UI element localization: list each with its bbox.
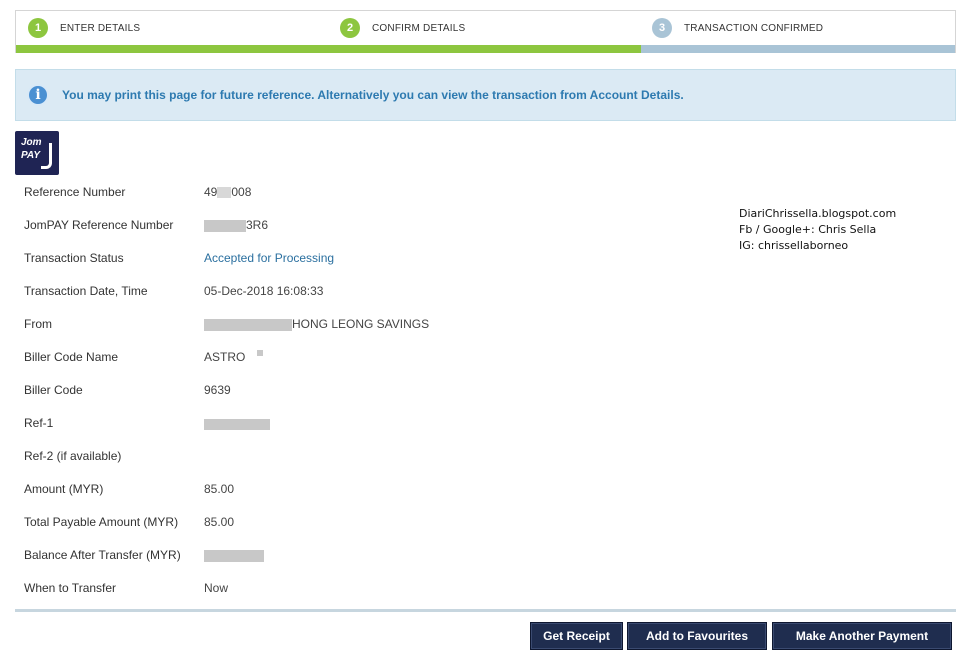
value-balance-after — [204, 548, 264, 562]
label-ref1: Ref-1 — [24, 416, 54, 430]
info-message: You may print this page for future refer… — [62, 88, 684, 102]
jompay-reference-suffix: 3R6 — [246, 218, 269, 232]
info-banner: i You may print this page for future ref… — [15, 69, 956, 121]
redacted-block — [204, 418, 270, 430]
label-ref2: Ref-2 (if available) — [24, 449, 122, 463]
step-3-label: TRANSACTION CONFIRMED — [684, 22, 824, 34]
row-total-payable: Total Payable Amount (MYR) 85.00 — [24, 515, 624, 535]
redacted-block — [217, 187, 232, 199]
step-confirm-details: 2 CONFIRM DETAILS — [340, 18, 465, 38]
footer-divider — [15, 609, 956, 612]
label-jompay-reference: JomPAY Reference Number — [24, 218, 174, 232]
reference-number-prefix: 49 — [204, 185, 218, 199]
step-enter-details: 1 ENTER DETAILS — [28, 18, 140, 38]
row-jompay-reference: JomPAY Reference Number 3R6 — [24, 218, 624, 238]
value-transaction-status: Accepted for Processing — [204, 251, 335, 265]
value-reference-number: 49 008 — [204, 185, 251, 199]
value-amount: 85.00 — [204, 482, 235, 496]
label-transaction-status: Transaction Status — [24, 251, 124, 265]
step-1-number: 1 — [28, 18, 48, 38]
row-balance-after: Balance After Transfer (MYR) — [24, 548, 624, 568]
watermark-line-3: IG: chrissellaborneo — [739, 239, 849, 252]
add-to-favourites-button[interactable]: Add to Favourites — [627, 622, 767, 650]
label-amount: Amount (MYR) — [24, 482, 104, 496]
row-from: From HONG LEONG SAVINGS — [24, 317, 624, 337]
label-total-payable: Total Payable Amount (MYR) — [24, 515, 179, 529]
value-total-payable: 85.00 — [204, 515, 235, 529]
row-amount: Amount (MYR) 85.00 — [24, 482, 624, 502]
redacted-block — [204, 318, 292, 331]
progress-bar-remaining — [641, 45, 955, 53]
get-receipt-button[interactable]: Get Receipt — [530, 622, 623, 650]
value-from: HONG LEONG SAVINGS — [204, 317, 429, 331]
watermark-line-2: Fb / Google+: Chris Sella — [739, 223, 877, 236]
value-biller-code: 9639 — [204, 383, 231, 397]
value-transaction-datetime: 05-Dec-2018 16:08:33 — [204, 284, 324, 298]
value-jompay-reference: 3R6 — [204, 218, 268, 232]
jompay-logo: Jom PAY — [15, 131, 59, 175]
biller-code-name-text: ASTRO — [204, 350, 246, 364]
info-icon: i — [27, 84, 49, 106]
row-ref1: Ref-1 — [24, 416, 624, 436]
label-transaction-datetime: Transaction Date, Time — [24, 284, 148, 298]
label-biller-code: Biller Code — [24, 383, 83, 397]
from-account-name: HONG LEONG SAVINGS — [292, 317, 430, 331]
step-1-label: ENTER DETAILS — [60, 22, 141, 34]
row-reference-number: Reference Number 49 008 — [24, 185, 624, 205]
redacted-block — [204, 549, 264, 562]
row-transaction-datetime: Transaction Date, Time 05-Dec-2018 16:08… — [24, 284, 624, 304]
row-when-to-transfer: When to Transfer Now — [24, 581, 624, 601]
step-3-number: 3 — [652, 18, 672, 38]
logo-j-mark — [41, 143, 52, 169]
value-ref1 — [204, 416, 270, 430]
progress-stepper: 1 ENTER DETAILS 2 CONFIRM DETAILS 3 TRAN… — [15, 10, 956, 53]
watermark-line-1: DiariChrissella.blogspot.com — [739, 207, 897, 220]
redacted-block — [204, 219, 246, 232]
row-biller-code: Biller Code 9639 — [24, 383, 624, 403]
reference-number-suffix: 008 — [231, 185, 252, 199]
row-ref2: Ref-2 (if available) — [24, 449, 624, 469]
label-from: From — [24, 317, 52, 331]
logo-text-pay: PAY — [21, 150, 41, 161]
blog-watermark: DiariChrissella.blogspot.com Fb / Google… — [739, 206, 896, 254]
step-transaction-confirmed: 3 TRANSACTION CONFIRMED — [652, 18, 823, 38]
label-balance-after: Balance After Transfer (MYR) — [24, 548, 181, 562]
label-reference-number: Reference Number — [24, 185, 126, 199]
value-biller-code-name: ASTRO — [204, 350, 263, 364]
progress-bar-complete — [16, 45, 641, 53]
row-biller-code-name: Biller Code Name ASTRO — [24, 350, 624, 370]
make-another-payment-button[interactable]: Make Another Payment — [772, 622, 952, 650]
step-2-number: 2 — [340, 18, 360, 38]
redacted-block — [256, 350, 263, 356]
label-when-to-transfer: When to Transfer — [24, 581, 117, 595]
row-transaction-status: Transaction Status Accepted for Processi… — [24, 251, 624, 271]
label-biller-code-name: Biller Code Name — [24, 350, 119, 364]
value-when-to-transfer: Now — [204, 581, 229, 595]
logo-text-jom: Jom — [21, 137, 42, 148]
step-2-label: CONFIRM DETAILS — [372, 22, 466, 34]
